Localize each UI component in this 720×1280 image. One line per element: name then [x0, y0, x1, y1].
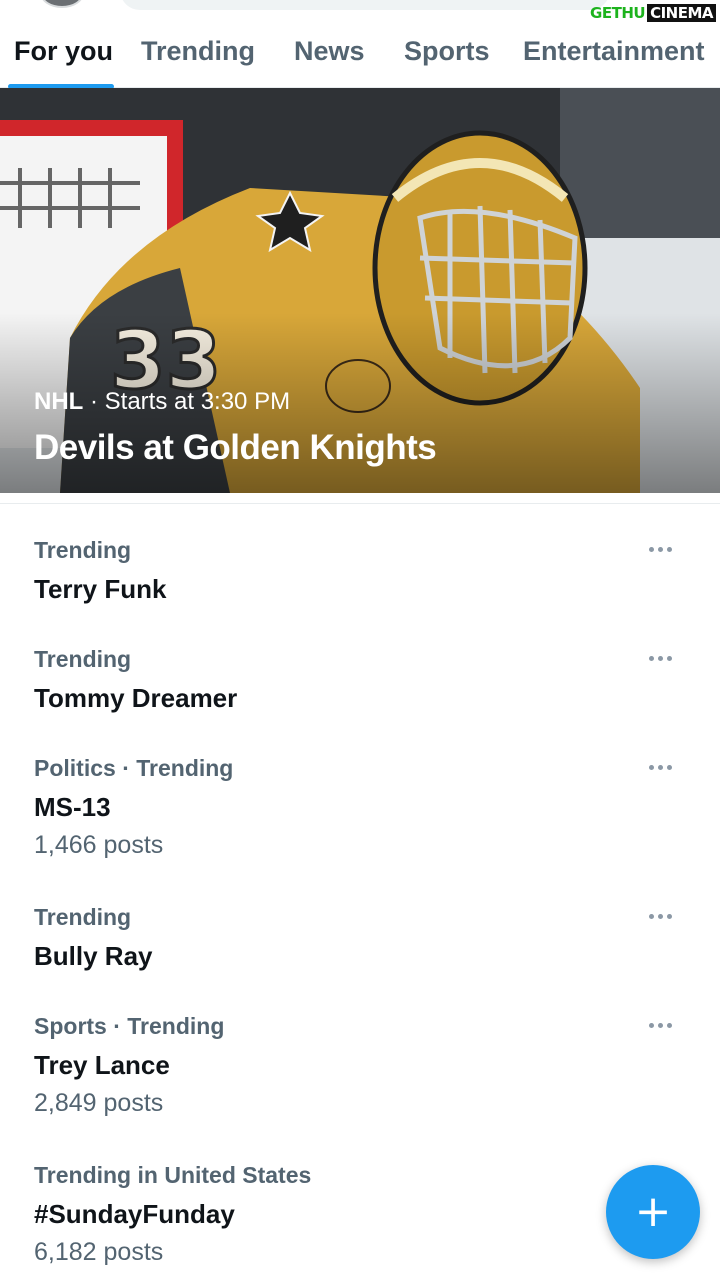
tab-sports[interactable]: Sports — [404, 36, 490, 67]
plus-icon: + — [634, 1186, 672, 1237]
search-bar[interactable] — [120, 0, 610, 10]
divider — [0, 503, 720, 504]
event-meta: NHL · Starts at 3:30 PM — [34, 388, 290, 416]
event-league: NHL — [34, 388, 84, 415]
event-title: Devils at Golden Knights — [34, 428, 437, 467]
trend-context: Trending — [34, 646, 132, 672]
more-options-icon[interactable] — [640, 646, 680, 670]
tab-for-you[interactable]: For you — [14, 36, 113, 67]
trend-post-count: 2,849 posts — [34, 1089, 164, 1117]
tab-news[interactable]: News — [294, 36, 365, 67]
featured-event-card[interactable]: 33 NHL · Starts at 3:30 PM Devils at Gol… — [0, 88, 720, 493]
trend-context: Politics · Trending — [34, 755, 234, 781]
more-options-icon[interactable] — [640, 755, 680, 779]
trend-context: Trending in United States — [34, 1162, 312, 1188]
more-options-icon[interactable] — [640, 1013, 680, 1037]
trend-context: Trending — [34, 904, 132, 930]
trend-name: Tommy Dreamer — [34, 683, 238, 713]
meta-separator: · — [83, 388, 105, 415]
explore-tabs: For you Trending News Sports Entertainme… — [0, 20, 720, 89]
more-options-icon[interactable] — [640, 904, 680, 928]
trend-name: Terry Funk — [34, 574, 167, 604]
tab-entertainment[interactable]: Entertainment — [523, 36, 705, 67]
trend-name: Trey Lance — [34, 1050, 170, 1080]
trend-context: Sports · Trending — [34, 1013, 225, 1039]
trend-context: Trending — [34, 537, 132, 563]
more-options-icon[interactable] — [640, 537, 680, 561]
top-bar: GETHU CINEMA — [0, 0, 720, 22]
tab-trending[interactable]: Trending — [141, 36, 255, 67]
trend-post-count: 1,466 posts — [34, 831, 164, 859]
trend-post-count: 6,182 posts — [34, 1238, 164, 1266]
compose-post-button[interactable]: + — [606, 1165, 700, 1259]
trend-name: Bully Ray — [34, 941, 153, 971]
trend-name: #SundayFunday — [34, 1199, 235, 1229]
event-time: Starts at 3:30 PM — [104, 388, 291, 415]
trend-name: MS-13 — [34, 792, 111, 822]
avatar[interactable] — [40, 0, 84, 8]
